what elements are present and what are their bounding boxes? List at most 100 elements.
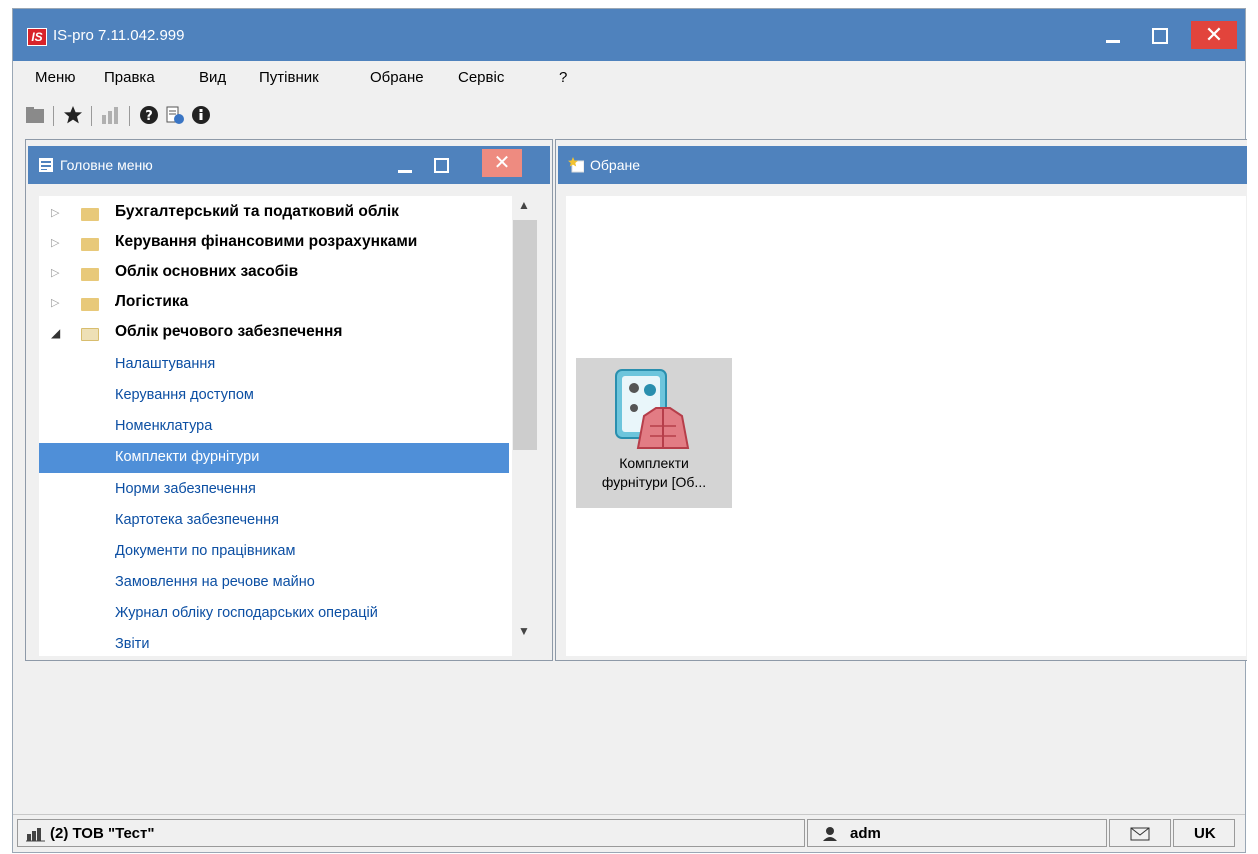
menu-item-view[interactable]: Вид <box>199 69 226 86</box>
toolbar-separator <box>91 106 92 126</box>
toolbar-separator <box>53 106 54 126</box>
menu-list-icon <box>39 158 53 172</box>
tree-label: Керування фінансовими розрахунками <box>115 233 418 250</box>
maximize-icon <box>1152 28 1168 44</box>
scroll-down-icon[interactable]: ▼ <box>518 624 530 638</box>
panel-minimize-button[interactable] <box>398 170 412 173</box>
organization-name: (2) ТОВ "Тест" <box>50 825 155 842</box>
language-code: UK <box>1194 825 1216 842</box>
expand-arrow-icon[interactable]: ▷ <box>51 266 59 279</box>
menu-tree: ▷ Бухгалтерський та податковий облік ▷ К… <box>39 196 525 656</box>
menu-item-help[interactable]: ? <box>559 69 567 86</box>
tree-item-settings[interactable]: Налаштування <box>39 350 509 380</box>
tree-label: Звіти <box>115 636 150 652</box>
help-icon[interactable]: ? <box>139 105 159 125</box>
tree-label: Керування доступом <box>115 387 254 403</box>
favorite-tile-label: Комплекти фурнітури [Об... <box>576 454 732 492</box>
tree-label: Документи по працівникам <box>115 543 296 559</box>
folder-icon[interactable] <box>25 105 45 125</box>
fittings-kit-icon <box>615 369 690 449</box>
folder-icon <box>81 268 99 281</box>
scroll-up-icon[interactable]: ▲ <box>518 198 530 212</box>
status-language[interactable]: UK <box>1173 819 1235 847</box>
organization-icon <box>26 828 45 842</box>
tree-item-supply-cards[interactable]: Картотека забезпечення <box>39 506 509 536</box>
tree-label: Картотека забезпечення <box>115 512 279 528</box>
close-icon: ✕ <box>1204 22 1224 47</box>
toolbar: ? <box>13 101 413 131</box>
favorites-icon <box>568 157 584 173</box>
menu-item-favorites[interactable]: Обране <box>370 69 424 86</box>
tree-label: Журнал обліку господарських операцій <box>115 605 378 621</box>
maximize-button[interactable] <box>1137 21 1181 49</box>
panel-close-button[interactable]: ✕ <box>482 149 522 177</box>
tree-label: Комплекти фурнітури <box>115 449 260 465</box>
main-menu-panel: Головне меню ✕ ▷ Бухгалтерський та подат… <box>25 139 553 661</box>
tree-group-clothing-supply[interactable]: ◢ Облік речового забезпечення <box>39 318 509 348</box>
tree-group-fixed-assets[interactable]: ▷ Облік основних засобів <box>39 258 509 288</box>
minimize-button[interactable] <box>1091 21 1135 49</box>
document-help-icon[interactable] <box>165 105 185 125</box>
title-bar[interactable]: IS IS-pro 7.11.042.999 ✕ <box>13 9 1245 61</box>
expand-arrow-icon[interactable]: ▷ <box>51 296 59 309</box>
scrollbar-thumb[interactable] <box>513 220 537 450</box>
collapse-arrow-icon[interactable]: ◢ <box>51 326 60 340</box>
menu-item-menu[interactable]: Меню <box>35 69 76 86</box>
toolbar-separator <box>129 106 130 126</box>
menu-bar: Меню Правка Вид Путівник Обране Сервіс ? <box>13 65 1245 91</box>
status-user[interactable]: adm <box>807 819 1107 847</box>
expand-arrow-icon[interactable]: ▷ <box>51 206 59 219</box>
tree-group-accounting[interactable]: ▷ Бухгалтерський та податковий облік <box>39 198 509 228</box>
folder-icon <box>81 298 99 311</box>
status-bar: (2) ТОВ "Тест" adm UK <box>13 814 1245 851</box>
tree-group-finance[interactable]: ▷ Керування фінансовими розрахунками <box>39 228 509 258</box>
menu-item-edit[interactable]: Правка <box>104 69 155 86</box>
minimize-icon <box>1106 40 1120 43</box>
tree-label: Бухгалтерський та податковий облік <box>115 203 399 220</box>
tree-item-access-control[interactable]: Керування доступом <box>39 381 509 411</box>
vertical-scrollbar[interactable]: ▲ ▼ <box>512 196 538 656</box>
tree-item-fittings-kits[interactable]: Комплекти фурнітури <box>39 443 509 473</box>
favorites-title: Обране <box>590 157 640 173</box>
tree-label: Номенклатура <box>115 418 213 434</box>
svg-text:?: ? <box>145 109 153 124</box>
status-organization[interactable]: (2) ТОВ "Тест" <box>17 819 805 847</box>
favorite-tile-line2: фурнітури [Об... <box>601 474 707 490</box>
mail-icon <box>1130 827 1150 841</box>
tree-label: Логістика <box>115 293 189 310</box>
panel-maximize-button[interactable] <box>434 158 449 173</box>
favorites-header[interactable]: Обране <box>558 146 1247 184</box>
tree-label: Облік основних засобів <box>115 263 299 280</box>
tree-label: Облік речового забезпечення <box>115 323 343 340</box>
main-menu-header[interactable]: Головне меню ✕ <box>28 146 550 184</box>
tree-group-logistics[interactable]: ▷ Логістика <box>39 288 509 318</box>
menu-item-guide[interactable]: Путівник <box>259 69 319 86</box>
info-icon[interactable] <box>191 105 211 125</box>
tree-label: Замовлення на речове майно <box>115 574 315 590</box>
tree-label: Норми забезпечення <box>115 481 256 497</box>
favorites-area: Комплекти фурнітури [Об... <box>566 196 1246 656</box>
folder-icon <box>81 238 99 251</box>
chart-icon[interactable] <box>101 105 121 125</box>
app-window: IS IS-pro 7.11.042.999 ✕ Меню Правка Вид… <box>12 8 1247 853</box>
tree-item-operations-journal[interactable]: Журнал обліку господарських операцій <box>39 599 509 629</box>
menu-item-service[interactable]: Сервіс <box>458 69 504 86</box>
app-logo-icon: IS <box>27 28 47 46</box>
window-title: IS-pro 7.11.042.999 <box>53 27 185 44</box>
close-button[interactable]: ✕ <box>1191 21 1237 49</box>
folder-icon <box>81 208 99 221</box>
open-folder-icon <box>81 328 99 341</box>
tree-item-supply-norms[interactable]: Норми забезпечення <box>39 475 509 505</box>
tree-item-nomenclature[interactable]: Номенклатура <box>39 412 509 442</box>
expand-arrow-icon[interactable]: ▷ <box>51 236 59 249</box>
tree-item-property-orders[interactable]: Замовлення на речове майно <box>39 568 509 598</box>
tree-item-employee-documents[interactable]: Документи по працівникам <box>39 537 509 567</box>
main-menu-title: Головне меню <box>60 157 153 173</box>
favorite-tile-line1: Комплекти <box>619 455 689 471</box>
star-icon[interactable] <box>63 105 83 125</box>
tree-label: Налаштування <box>115 356 216 372</box>
user-icon <box>823 827 837 841</box>
status-mail[interactable] <box>1109 819 1171 847</box>
favorite-tile-fittings-kits[interactable]: Комплекти фурнітури [Об... <box>576 358 732 508</box>
tree-item-reports[interactable]: Звіти <box>39 630 509 656</box>
